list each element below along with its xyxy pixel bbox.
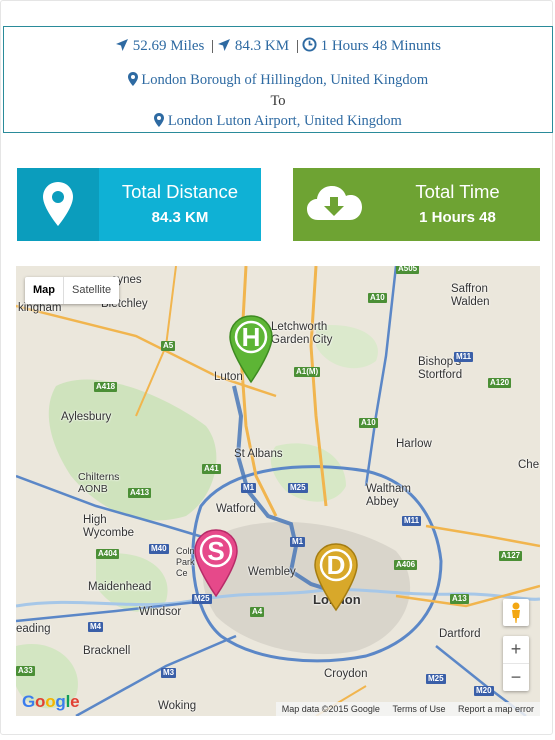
place-label: Maidenhead <box>88 581 152 593</box>
place-label: Wembley <box>248 566 296 578</box>
navigation-arrow-icon <box>218 39 231 51</box>
road-shield: A33 <box>16 666 35 676</box>
road-shield: A10 <box>368 293 387 303</box>
to-label: To <box>270 93 286 109</box>
road-shield: A13 <box>450 594 469 604</box>
zoom-in-button[interactable]: + <box>503 636 529 664</box>
place-label: Letchworth Garden City <box>271 321 333 346</box>
total-time-title: Total Time <box>415 181 500 202</box>
place-label: Dartford <box>439 628 481 640</box>
distance-km: 84.3 KM <box>234 38 290 54</box>
destination-marker[interactable]: D <box>313 542 359 612</box>
origin-text: London Borough of Hillingdon, United Kin… <box>141 72 429 88</box>
road-shield: M4 <box>88 622 104 632</box>
road-shield: A10 <box>359 418 378 428</box>
road-shield: M25 <box>426 674 446 684</box>
navigation-arrow-icon <box>115 39 128 51</box>
road-shield: A413 <box>128 488 152 498</box>
road-shield: A404 <box>96 549 120 559</box>
road-shield: M11 <box>402 516 422 526</box>
road-shield: M25 <box>288 483 308 493</box>
waypoint-marker[interactable]: H <box>228 314 274 384</box>
destination-line: London Luton Airport, United Kingdom <box>4 113 552 130</box>
road-shield: A41 <box>202 464 221 474</box>
origin-line: London Borough of Hillingdon, United Kin… <box>4 72 552 89</box>
road-shield: A127 <box>499 551 523 561</box>
street-view-pegman-button[interactable] <box>503 599 529 626</box>
road-shield: M40 <box>149 544 169 554</box>
place-label: High Wycombe <box>83 514 135 539</box>
zoom-out-button[interactable]: − <box>503 664 529 691</box>
road-shield: A418 <box>94 382 118 392</box>
place-label: Woking <box>158 700 197 712</box>
road-shield: A120 <box>488 378 512 388</box>
duration: 1 Hours 48 Minunts <box>320 38 442 54</box>
place-label: St Albans <box>234 448 283 460</box>
place-label: Croydon <box>324 668 368 680</box>
destination-marker-letter: D <box>327 550 346 580</box>
place-label: eading <box>16 623 51 635</box>
total-distance-title: Total Distance <box>121 181 239 202</box>
road-shield: A406 <box>394 560 418 570</box>
pegman-icon <box>512 602 520 623</box>
road-shield: M11 <box>454 352 474 362</box>
map-type-map-button[interactable]: Map <box>25 277 63 304</box>
start-marker[interactable]: S <box>193 528 239 598</box>
place-label: Saffron Walden <box>451 283 490 308</box>
road-shield: M3 <box>161 668 177 678</box>
route-map[interactable]: eynes Bletchley kingham Letchworth Garde… <box>16 266 540 716</box>
map-marker-icon <box>127 72 138 86</box>
distance-miles: 52.69 Miles <box>132 38 205 54</box>
route-card: 52.69 Miles | 84.3 KM | 1 Hours 48 Minun… <box>0 0 553 735</box>
cloud-download-icon <box>293 168 375 241</box>
road-shield: A4 <box>250 607 265 617</box>
place-label: Chilterns AONB <box>78 471 120 495</box>
zoom-control: + − <box>503 636 529 691</box>
place-label: Harlow <box>396 438 432 450</box>
place-label: Aylesbury <box>61 411 112 423</box>
total-time-value: 1 Hours 48 <box>419 209 496 226</box>
route-stats-line: 52.69 Miles | 84.3 KM | 1 Hours 48 Minun… <box>4 37 552 55</box>
map-marker-icon <box>154 113 165 127</box>
place-label: Waltham Abbey <box>366 483 411 508</box>
report-map-error-link[interactable]: Report a map error <box>458 704 534 714</box>
road-shield: M1 <box>290 537 306 547</box>
route-summary-box: 52.69 Miles | 84.3 KM | 1 Hours 48 Minun… <box>3 26 553 133</box>
place-label: Windsor <box>139 606 182 618</box>
place-label: Watford <box>216 503 256 515</box>
map-attribution: Map data ©2015 Google Terms of Use Repor… <box>275 702 540 716</box>
map-type-satellite-button[interactable]: Satellite <box>63 277 119 304</box>
total-distance-tile: Total Distance 84.3 KM <box>17 168 261 241</box>
clock-icon <box>302 37 317 52</box>
terms-of-use-link[interactable]: Terms of Use <box>392 704 445 714</box>
separator: | <box>295 38 299 54</box>
map-pin-icon <box>17 168 99 241</box>
total-distance-value: 84.3 KM <box>151 209 209 226</box>
destination-text: London Luton Airport, United Kingdom <box>167 113 402 129</box>
place-label: Che <box>518 459 540 471</box>
road-shield: A1(M) <box>294 367 321 377</box>
separator: | <box>211 38 215 54</box>
road-shield: A5 <box>161 341 176 351</box>
road-shield: A505 <box>396 266 420 274</box>
start-marker-letter: S <box>207 536 224 566</box>
map-data-credit: Map data ©2015 Google <box>281 704 380 714</box>
road-shield: M20 <box>474 686 494 696</box>
total-time-tile: Total Time 1 Hours 48 <box>293 168 540 241</box>
google-logo[interactable]: Google <box>22 692 80 712</box>
waypoint-marker-letter: H <box>242 322 261 352</box>
place-label: Bracknell <box>83 645 131 657</box>
map-type-control: Map Satellite <box>25 277 120 304</box>
road-shield: M1 <box>241 483 257 493</box>
